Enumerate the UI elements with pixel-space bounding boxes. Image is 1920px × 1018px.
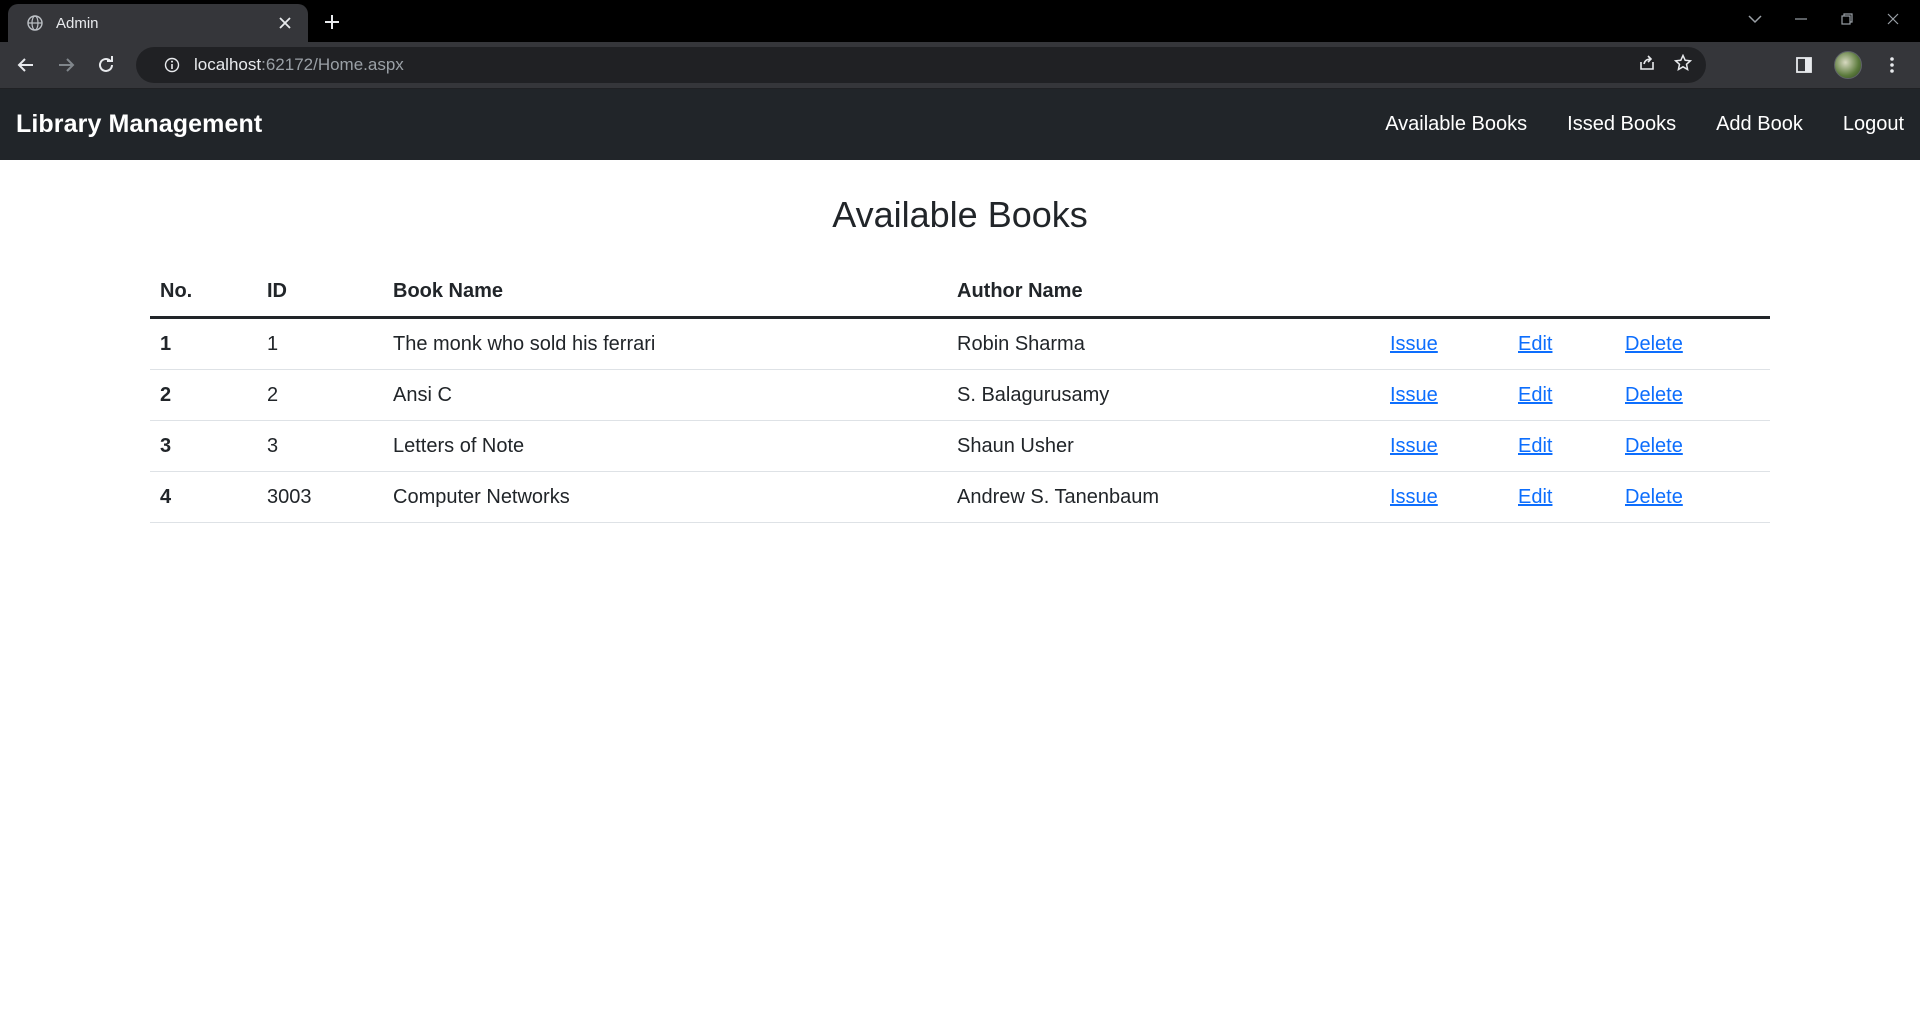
url-path: :62172/Home.aspx — [261, 55, 404, 74]
delete-link[interactable]: Delete — [1625, 333, 1683, 355]
row-book-name: Computer Networks — [383, 471, 947, 523]
row-edit-cell: Edit — [1508, 317, 1615, 370]
more-menu-icon[interactable] — [1872, 45, 1912, 85]
forward-icon[interactable] — [46, 45, 86, 85]
row-issue-cell: Issue — [1380, 471, 1508, 523]
browser-tab[interactable]: Admin — [8, 4, 308, 42]
site-navbar: Library Management Available Books Issed… — [0, 89, 1920, 160]
browser-tabstrip: Admin — [0, 0, 1920, 42]
browser-toolbar: localhost:62172/Home.aspx — [0, 42, 1920, 89]
delete-link[interactable]: Delete — [1625, 435, 1683, 457]
nav-issued-books[interactable]: Issed Books — [1567, 113, 1676, 136]
row-delete-cell: Delete — [1615, 420, 1770, 472]
row-edit-cell: Edit — [1508, 471, 1615, 523]
address-bar[interactable]: localhost:62172/Home.aspx — [136, 47, 1706, 83]
issue-link[interactable]: Issue — [1390, 486, 1438, 508]
table-row: 1 1 The monk who sold his ferrari Robin … — [150, 317, 1770, 370]
row-no: 3 — [150, 420, 257, 472]
nav-logout[interactable]: Logout — [1843, 113, 1904, 136]
share-icon[interactable] — [1638, 54, 1656, 77]
main-content: Available Books No. ID Book Name Author … — [150, 191, 1770, 523]
back-icon[interactable] — [6, 45, 46, 85]
table-row: 4 3003 Computer Networks Andrew S. Tanen… — [150, 471, 1770, 523]
row-book-name: The monk who sold his ferrari — [383, 317, 947, 370]
row-author-name: Shaun Usher — [947, 420, 1380, 472]
nav-add-book[interactable]: Add Book — [1716, 113, 1803, 136]
delete-link[interactable]: Delete — [1625, 486, 1683, 508]
row-id: 3 — [257, 420, 383, 472]
issue-link[interactable]: Issue — [1390, 333, 1438, 355]
row-delete-cell: Delete — [1615, 317, 1770, 370]
row-issue-cell: Issue — [1380, 317, 1508, 370]
row-issue-cell: Issue — [1380, 420, 1508, 472]
row-delete-cell: Delete — [1615, 369, 1770, 421]
row-book-name: Letters of Note — [383, 420, 947, 472]
row-no: 2 — [150, 369, 257, 421]
row-author-name: S. Balagurusamy — [947, 369, 1380, 421]
row-no: 1 — [150, 317, 257, 370]
bookmark-star-icon[interactable] — [1673, 53, 1693, 77]
row-author-name: Andrew S. Tanenbaum — [947, 471, 1380, 523]
row-id: 3003 — [257, 471, 383, 523]
header-id: ID — [257, 278, 383, 319]
tab-search-icon[interactable] — [1730, 0, 1780, 38]
page-title: Available Books — [832, 194, 1088, 235]
table-row: 3 3 Letters of Note Shaun Usher Issue Ed… — [150, 420, 1770, 472]
delete-link[interactable]: Delete — [1625, 384, 1683, 406]
header-author-name: Author Name — [947, 278, 1380, 319]
books-table: No. ID Book Name Author Name 1 1 The mon… — [150, 278, 1770, 523]
row-issue-cell: Issue — [1380, 369, 1508, 421]
row-id: 1 — [257, 317, 383, 370]
row-no: 4 — [150, 471, 257, 523]
row-edit-cell: Edit — [1508, 369, 1615, 421]
brand-link[interactable]: Library Management — [16, 110, 262, 139]
side-panel-icon[interactable] — [1784, 45, 1824, 85]
restore-icon[interactable] — [1822, 0, 1872, 38]
new-tab-button[interactable] — [324, 6, 340, 36]
edit-link[interactable]: Edit — [1518, 384, 1552, 406]
table-header-row: No. ID Book Name Author Name — [150, 278, 1770, 319]
url-text[interactable]: localhost:62172/Home.aspx — [194, 55, 404, 75]
table-row: 2 2 Ansi C S. Balagurusamy Issue Edit De… — [150, 369, 1770, 421]
row-edit-cell: Edit — [1508, 420, 1615, 472]
close-window-icon[interactable] — [1868, 0, 1918, 38]
issue-link[interactable]: Issue — [1390, 384, 1438, 406]
header-no: No. — [150, 278, 257, 319]
profile-avatar[interactable] — [1834, 51, 1862, 79]
close-tab-icon[interactable] — [274, 13, 296, 33]
header-delete — [1615, 278, 1770, 319]
site-info-icon[interactable] — [146, 57, 180, 73]
row-delete-cell: Delete — [1615, 471, 1770, 523]
header-edit — [1508, 278, 1615, 319]
edit-link[interactable]: Edit — [1518, 333, 1552, 355]
row-book-name: Ansi C — [383, 369, 947, 421]
row-author-name: Robin Sharma — [947, 317, 1380, 370]
header-issue — [1380, 278, 1508, 319]
globe-icon — [26, 14, 44, 32]
header-book-name: Book Name — [383, 278, 947, 319]
edit-link[interactable]: Edit — [1518, 486, 1552, 508]
url-host: localhost — [194, 55, 262, 74]
tab-title: Admin — [56, 14, 99, 32]
nav-links: Available Books Issed Books Add Book Log… — [1345, 113, 1904, 136]
reload-icon[interactable] — [86, 45, 126, 85]
nav-available-books[interactable]: Available Books — [1385, 113, 1527, 136]
issue-link[interactable]: Issue — [1390, 435, 1438, 457]
edit-link[interactable]: Edit — [1518, 435, 1552, 457]
row-id: 2 — [257, 369, 383, 421]
minimize-icon[interactable] — [1776, 0, 1826, 38]
